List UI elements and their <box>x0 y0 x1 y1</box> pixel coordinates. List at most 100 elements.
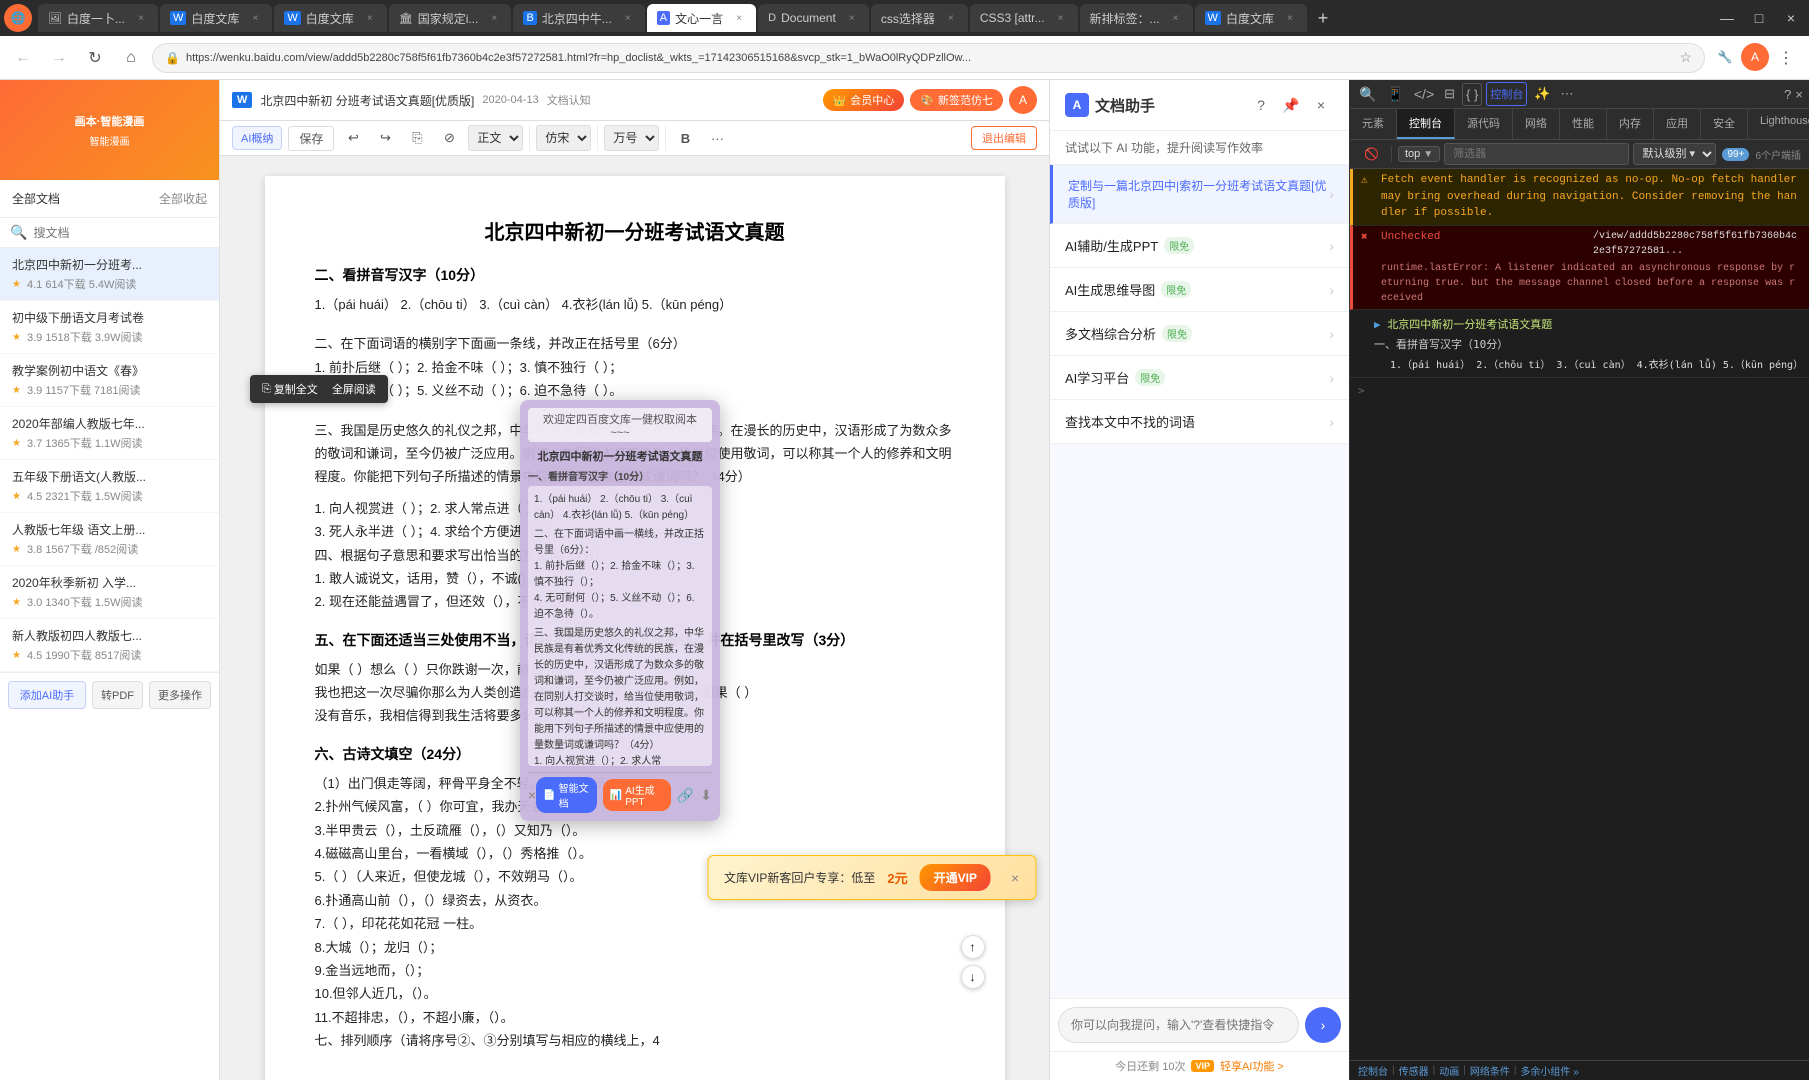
doc-ai-popup-close[interactable]: × <box>528 787 536 803</box>
sidebar-item-7[interactable]: 2020年秋季新初 入学... ★ 3.0 1340下载 1.5W阅读 <box>0 566 219 619</box>
scroll-up-btn[interactable]: ↑ <box>961 935 985 959</box>
user-avatar[interactable]: A <box>1009 86 1037 114</box>
doc-ai-smart-doc-btn[interactable]: 📄 智能文档 <box>536 777 597 813</box>
to-pdf-button[interactable]: 转PDF <box>92 681 143 709</box>
fullscreen-read-btn[interactable]: 全屏阅读 <box>328 379 380 399</box>
console-filter-input[interactable] <box>1444 143 1629 165</box>
devtools-tab-lighthouse[interactable]: Lighthouse <box>1748 109 1809 139</box>
copy-button[interactable]: ⎘ <box>404 125 430 151</box>
tab-2-close[interactable]: × <box>248 11 262 25</box>
copy-full-text-btn[interactable]: ⎘ 复制全文 <box>258 379 322 399</box>
vip-banner-open-btn[interactable]: 开通VIP <box>920 864 991 891</box>
new-tab-button[interactable]: + <box>1309 4 1337 32</box>
devtools-elements-btn[interactable]: </> <box>1411 83 1437 105</box>
tab-11[interactable]: W 白度文库 × <box>1195 4 1307 32</box>
browser-menu-button[interactable]: ⋮ <box>1771 43 1801 73</box>
back-button[interactable]: ← <box>8 43 38 73</box>
devtools-tab-memory[interactable]: 内存 <box>1607 109 1654 139</box>
tab-11-close[interactable]: × <box>1283 11 1297 25</box>
devtools-close-btn[interactable]: × <box>1795 87 1803 102</box>
close-window-button[interactable]: × <box>1777 4 1805 32</box>
clear-button[interactable]: ⊘ <box>436 125 462 151</box>
tab-7[interactable]: D Document × <box>758 4 869 32</box>
more-format-button[interactable]: ··· <box>704 125 730 151</box>
sidebar-item-6[interactable]: 人教版七年级 语文上册... ★ 3.8 1567下载 /852阅读 <box>0 513 219 566</box>
scroll-down-btn[interactable]: ↓ <box>961 965 985 989</box>
devtools-screen-btn[interactable]: ⊟ <box>1441 83 1458 105</box>
selection-tooltip[interactable]: ⎘ 复制全文 全屏阅读 <box>250 375 388 403</box>
ai-pin-button[interactable]: 📌 <box>1278 92 1304 118</box>
ai-help-button[interactable]: ? <box>1248 92 1274 118</box>
devtools-tab-network[interactable]: 网络 <box>1513 109 1560 139</box>
devtools-device-btn[interactable]: 📱 <box>1383 83 1406 106</box>
tab-10-close[interactable]: × <box>1169 11 1183 25</box>
new-template-button[interactable]: 🎨 新签范仿七 <box>910 89 1003 111</box>
sidebar-collapse-btn[interactable]: 全部收起 <box>159 190 207 207</box>
tab-8[interactable]: css选择器 × <box>871 4 968 32</box>
ai-feature-findwords[interactable]: 查找本文中不找的词语 › <box>1050 400 1349 444</box>
doc-ai-download-icon[interactable]: ⬇ <box>700 787 712 804</box>
devtools-code-btn[interactable]: { } <box>1462 83 1482 106</box>
devtools-question-btn[interactable]: ? <box>1784 87 1791 102</box>
redo-button[interactable]: ↪ <box>372 125 398 151</box>
ai-feature-learning[interactable]: AI学习平台 限免 › <box>1050 356 1349 400</box>
doc-ai-popup[interactable]: 欢迎定四百度文库一健权取阅本~~~ 北京四中新初一分班考试语文真题 一、看拼音写… <box>520 400 720 821</box>
tab-4[interactable]: 🏛 国家规定i... × <box>389 4 512 32</box>
ai-chat-input[interactable] <box>1058 1007 1299 1043</box>
refresh-button[interactable]: ↻ <box>80 43 110 73</box>
devtools-tab-performance[interactable]: 性能 <box>1560 109 1607 139</box>
console-context-select[interactable]: top ▼ <box>1398 146 1440 162</box>
sidebar-item-4[interactable]: 2020年部编人教版七年... ★ 3.7 1365下载 1.1W阅读 <box>0 407 219 460</box>
address-bar[interactable]: 🔒 https://wenku.baidu.com/view/addd5b228… <box>152 43 1705 73</box>
tab-9[interactable]: CSS3 [attr... × <box>970 4 1078 32</box>
maximize-button[interactable]: □ <box>1745 4 1773 32</box>
sidebar-search-input[interactable] <box>33 226 209 240</box>
sidebar-item-8[interactable]: 新人教版初四人教版七... ★ 4.5 1990下载 8517阅读 <box>0 619 219 672</box>
tab-7-close[interactable]: × <box>845 11 859 25</box>
font-size-select[interactable]: 万号 <box>604 125 659 151</box>
breadcrumb-more[interactable]: 多余小组件 » <box>1520 1063 1578 1078</box>
ai-chat-send-button[interactable]: › <box>1305 1007 1341 1043</box>
minimize-button[interactable]: — <box>1713 4 1741 32</box>
tab-6[interactable]: A 文心一言 × <box>647 4 756 32</box>
font-family-select[interactable]: 仿宋 <box>536 125 591 151</box>
tab-10[interactable]: 新排标签：... × <box>1080 4 1193 32</box>
sidebar-item-active[interactable]: 北京四中新初一分班考... ★ 4.1 614下载 5.4W阅读 <box>0 248 219 301</box>
tab-3-close[interactable]: × <box>363 11 377 25</box>
elem-tree-item-1[interactable]: ▶ 北京四中新初一分班考试语文真题 <box>1358 314 1801 334</box>
doc-ai-share-icon[interactable]: 🔗 <box>677 787 694 804</box>
elem-tree-item-2[interactable]: 一、看拼音写汉字（10分） <box>1358 334 1801 354</box>
member-center-button[interactable]: 👑 会员中心 <box>823 89 905 111</box>
devtools-more-btn[interactable]: ⋯ <box>1558 83 1577 105</box>
console-clear-btn[interactable]: 🚫 <box>1358 145 1385 163</box>
ai-feature-custom[interactable]: 定制与一篇北京四中|索初一分班考试语文真题[优质版] › <box>1050 165 1349 224</box>
tab-5-close[interactable]: × <box>621 11 635 25</box>
breadcrumb-console[interactable]: 控制台 <box>1358 1063 1388 1078</box>
tab-2[interactable]: W 白度文库 × <box>160 4 272 32</box>
devtools-tab-application[interactable]: 应用 <box>1654 109 1701 139</box>
devtools-tab-security[interactable]: 安全 <box>1701 109 1748 139</box>
more-ops-button[interactable]: 更多操作 <box>149 681 211 709</box>
vip-upgrade-link[interactable]: 轻享AI功能 > <box>1220 1058 1284 1074</box>
err-source-link[interactable]: /view/addd5b2280c758f5f61fb7360b4c2e3f57… <box>1593 229 1801 259</box>
exit-edit-button[interactable]: 退出编辑 <box>971 126 1037 150</box>
breadcrumb-network[interactable]: 网络条件 <box>1470 1063 1510 1078</box>
sidebar-item-5[interactable]: 五年级下册语文(人教版... ★ 4.5 2321下载 1.5W阅读 <box>0 460 219 513</box>
ai-feature-multidoc[interactable]: 多文档综合分析 限免 › <box>1050 312 1349 356</box>
sidebar-item-3[interactable]: 教学案例初中语文《春》 ★ 3.9 1157下载 7181阅读 <box>0 354 219 407</box>
tab-1-close[interactable]: × <box>134 11 148 25</box>
add-ai-button[interactable]: 添加AI助手 <box>8 681 86 709</box>
devtools-inspect-btn[interactable]: 🔍 <box>1356 83 1379 106</box>
tab-6-close[interactable]: × <box>732 11 746 25</box>
star-icon[interactable]: ☆ <box>1679 49 1692 66</box>
ai-feature-ppt[interactable]: AI辅助/生成PPT 限免 › <box>1050 224 1349 268</box>
user-profile-button[interactable]: A <box>1741 43 1769 71</box>
devtools-tab-sources[interactable]: 源代码 <box>1455 109 1513 139</box>
breadcrumb-sensors[interactable]: 传感器 <box>1399 1063 1429 1078</box>
undo-button[interactable]: ↩ <box>340 125 366 151</box>
profile-icon[interactable]: 🌐 <box>4 4 32 32</box>
bold-button[interactable]: B <box>672 125 698 151</box>
font-style-select[interactable]: 正文 <box>468 125 523 151</box>
tab-9-close[interactable]: × <box>1054 11 1068 25</box>
devtools-explore-btn[interactable]: 控制台 <box>1486 82 1527 106</box>
